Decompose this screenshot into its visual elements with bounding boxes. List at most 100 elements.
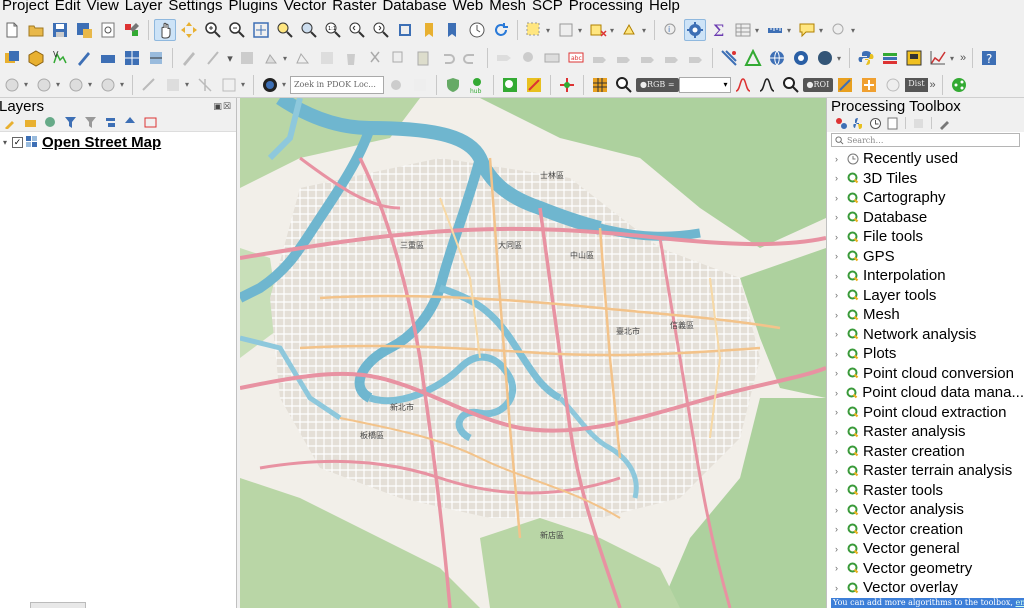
models-icon[interactable] (833, 115, 850, 131)
chevron-right-icon[interactable]: › (835, 349, 847, 359)
share-icon[interactable] (948, 74, 970, 96)
chevron-right-icon[interactable]: › (835, 232, 847, 242)
filter-expression-icon[interactable] (81, 115, 99, 131)
chevron-right-icon[interactable]: › (835, 485, 847, 495)
label-tool-icon[interactable] (493, 47, 515, 69)
toolbox-group-item[interactable]: › 3D Tiles (827, 169, 1024, 189)
new-map-view-icon[interactable] (394, 19, 416, 41)
chevron-right-icon[interactable]: › (835, 505, 847, 515)
temporal-controller-icon[interactable] (466, 19, 488, 41)
menu-help[interactable]: Help (647, 0, 684, 14)
scp-roi-draw-icon[interactable] (834, 74, 856, 96)
chevron-right-icon[interactable]: › (835, 407, 847, 417)
scp-zoom-icon[interactable] (499, 74, 521, 96)
locate-icon[interactable] (828, 19, 850, 41)
results-viewer-icon[interactable] (884, 115, 901, 131)
show-bookmarks-icon[interactable] (442, 19, 464, 41)
chevron-right-icon[interactable]: › (835, 388, 846, 398)
zoom-in-icon[interactable] (202, 19, 224, 41)
copy-features-icon[interactable] (388, 47, 410, 69)
panel-float-close-buttons[interactable]: ▣☒ (213, 101, 236, 112)
manage-map-themes-icon[interactable] (41, 115, 59, 131)
menu-web[interactable]: Web (451, 0, 488, 14)
map-canvas[interactable]: 臺北市 新北市 大同區 中山區 信義區 板橋區 三重區 新店區 士林區 (240, 98, 826, 608)
diagram-icon[interactable]: abc (565, 47, 587, 69)
scp-brush-icon[interactable] (523, 74, 545, 96)
chevron-right-icon[interactable]: › (835, 368, 847, 378)
offset-curve-icon[interactable] (162, 74, 184, 96)
layer-row[interactable]: ▾ ✓ Open Street Map (0, 132, 236, 152)
paste-features-icon[interactable] (412, 47, 434, 69)
hide-label-icon[interactable] (685, 47, 707, 69)
menu-plugins[interactable]: Plugins (227, 0, 282, 14)
pan-hand-icon[interactable] (154, 19, 176, 41)
pi-plugin-icon[interactable] (903, 47, 925, 69)
toolbox-group-item[interactable]: › Vector overlay (827, 578, 1024, 598)
toolbox-group-item[interactable]: › Raster analysis (827, 422, 1024, 442)
menu-scp[interactable]: SCP (530, 0, 567, 14)
expand-all-icon[interactable] (101, 115, 119, 131)
pin-labels-icon[interactable] (517, 47, 539, 69)
edit-features-in-place-icon[interactable] (910, 115, 927, 131)
menu-processing[interactable]: Processing (567, 0, 647, 14)
help-icon[interactable]: ? (978, 47, 1000, 69)
scripts-icon[interactable] (850, 115, 867, 131)
toolbox-group-item[interactable]: › File tools (827, 227, 1024, 247)
chevron-right-icon[interactable]: › (835, 427, 847, 437)
rgb-combo[interactable]: ● RGB = (636, 77, 679, 92)
toolbox-group-item[interactable]: › Vector general (827, 539, 1024, 559)
layers-plugin-icon[interactable] (879, 47, 901, 69)
menu-view[interactable]: View (85, 0, 123, 14)
menu-vector[interactable]: Vector (282, 0, 331, 14)
zoom-native-icon[interactable]: 1:1 (322, 19, 344, 41)
scp-roi-add-icon[interactable] (858, 74, 880, 96)
toolbox-group-item[interactable]: › Vector analysis (827, 500, 1024, 520)
save-edits-icon[interactable] (236, 47, 258, 69)
zoom-full-icon[interactable] (250, 19, 272, 41)
select-by-shape-icon[interactable] (1, 74, 23, 96)
layer-name[interactable]: Open Street Map (42, 134, 161, 151)
chevron-right-icon[interactable]: › (835, 290, 847, 300)
reshape-icon[interactable] (138, 74, 160, 96)
menu-layer[interactable]: Layer (123, 0, 167, 14)
attribute-table-icon[interactable] (732, 19, 754, 41)
coordinate-capture-icon[interactable] (409, 74, 431, 96)
zoom-to-selection-icon[interactable] (274, 19, 296, 41)
toolbox-group-item[interactable]: › Raster terrain analysis (827, 461, 1024, 481)
scp-peak-red-icon[interactable] (732, 74, 754, 96)
scp-shield-icon[interactable] (442, 74, 464, 96)
identify-icon[interactable]: i (660, 19, 682, 41)
history-icon[interactable] (867, 115, 884, 131)
locator-search-input[interactable]: Zoek in PDOK Loc... (290, 75, 384, 94)
merge-features-icon[interactable] (218, 74, 240, 96)
collapse-all-icon[interactable] (121, 115, 139, 131)
vertex-tool-icon[interactable] (292, 47, 314, 69)
style-manager-icon[interactable] (121, 19, 143, 41)
menu-database[interactable]: Database (380, 0, 450, 14)
toolbox-options-icon[interactable] (936, 115, 953, 131)
filter-legend-icon[interactable] (61, 115, 79, 131)
toolbox-group-item[interactable]: › Raster creation (827, 442, 1024, 462)
layers-tab[interactable] (30, 602, 86, 608)
chevron-right-icon[interactable]: › (835, 193, 847, 203)
zoom-last-icon[interactable] (346, 19, 368, 41)
remove-layer-icon[interactable] (141, 115, 159, 131)
chevron-right-icon[interactable]: › (835, 329, 847, 339)
expand-arrow-icon[interactable]: ▾ (0, 138, 10, 147)
undo-icon[interactable] (436, 47, 458, 69)
virtual-layer-icon[interactable] (97, 47, 119, 69)
toolbox-search-input[interactable]: Search… (831, 133, 1020, 147)
digitize-icon[interactable] (73, 47, 95, 69)
toolbox-group-item[interactable]: › Network analysis (827, 325, 1024, 345)
show-labels-icon[interactable] (541, 47, 563, 69)
toolbox-group-item[interactable]: › Point cloud extraction (827, 403, 1024, 423)
scp-redo-icon[interactable] (882, 74, 904, 96)
save-project-icon[interactable] (49, 19, 71, 41)
toolbox-group-item[interactable]: › Point cloud data mana... (827, 383, 1024, 403)
move-label-icon[interactable] (589, 47, 611, 69)
edit-pencil-icon[interactable] (178, 47, 200, 69)
menu-project[interactable]: Project (0, 0, 53, 14)
chevron-right-icon[interactable]: › (835, 251, 847, 261)
toolbox-group-item[interactable]: › Database (827, 208, 1024, 228)
edit-toggle-icon[interactable] (202, 47, 224, 69)
